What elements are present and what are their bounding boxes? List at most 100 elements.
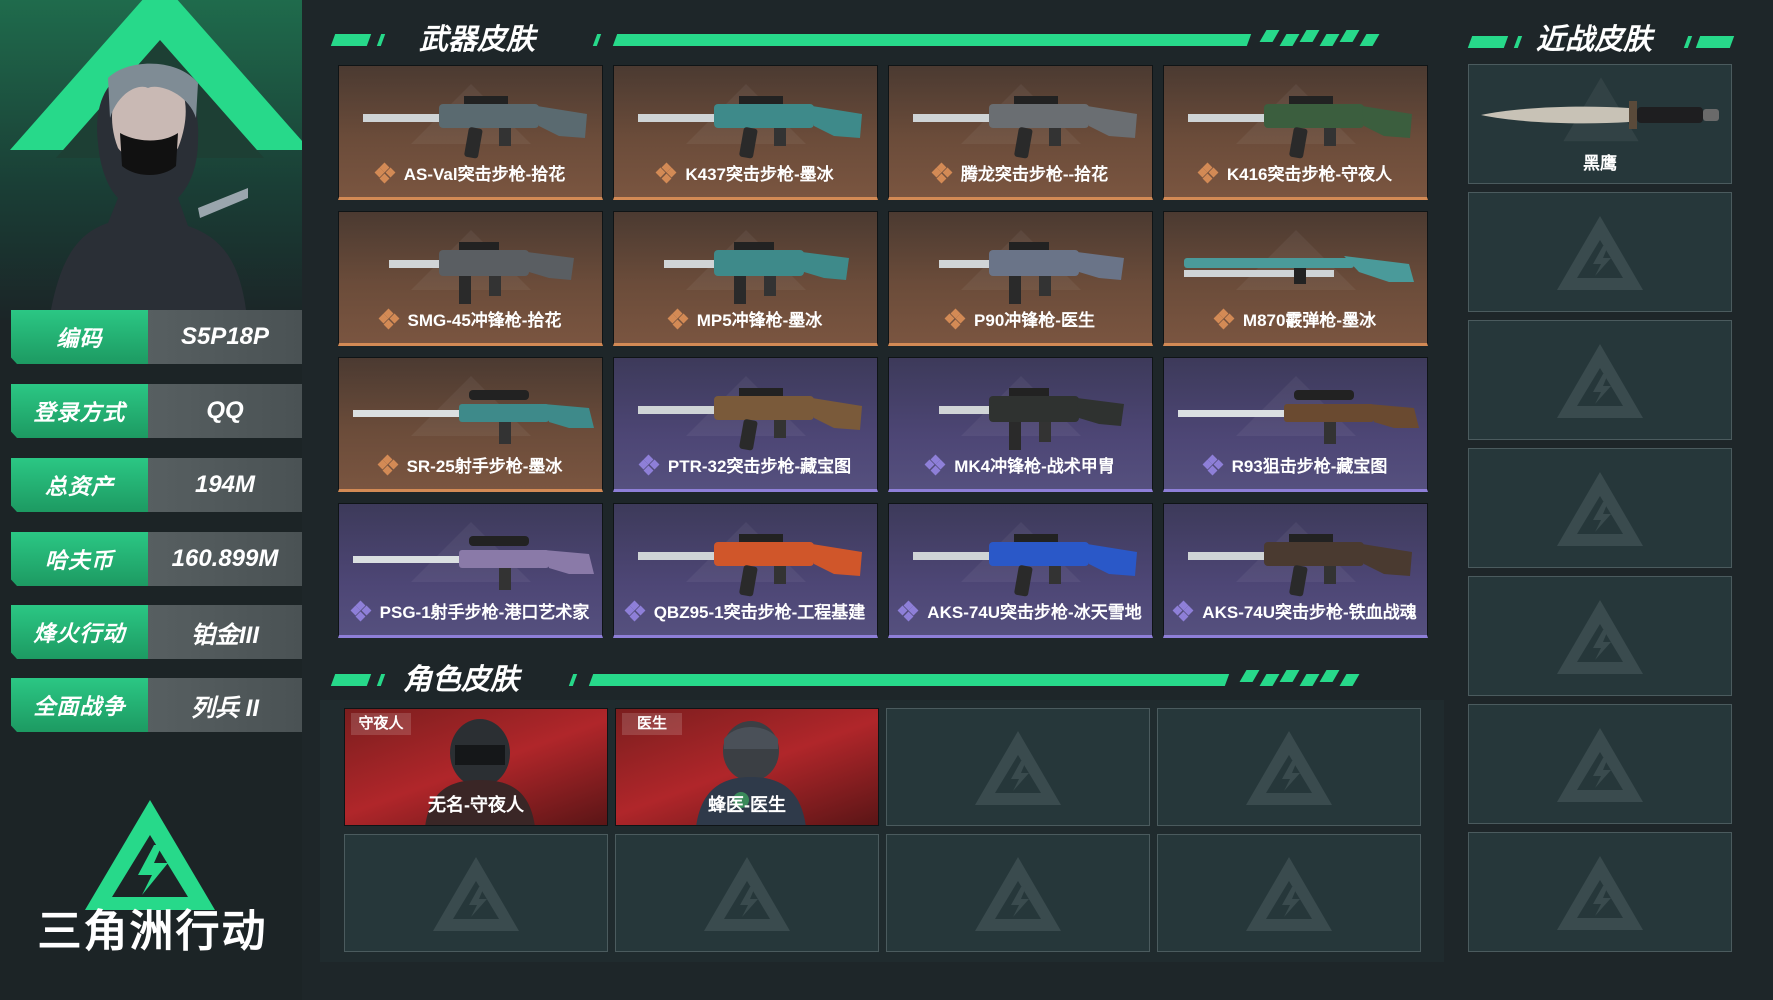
- melee-empty-slot[interactable]: [1468, 704, 1732, 824]
- melee-empty-slot[interactable]: [1468, 576, 1732, 696]
- placeholder-logo-icon: [1557, 216, 1643, 290]
- character-section-title: 角色皮肤: [403, 664, 520, 696]
- weapon-label: SR-25射手步枪-墨冰: [339, 452, 602, 477]
- rarity-diamond-icon: [374, 162, 396, 183]
- weapon-label: K416突击步枪-守夜人: [1164, 160, 1427, 185]
- rifle-icon: [913, 534, 1137, 597]
- character-figure-icon: [49, 63, 248, 320]
- melee-name: 黑鹰: [1583, 154, 1617, 173]
- shotgun-icon: [1184, 256, 1414, 284]
- rarity-diamond-icon: [655, 162, 677, 183]
- melee-card[interactable]: 黑鹰: [1468, 64, 1732, 184]
- weapon-card[interactable]: M870霰弹枪-墨冰: [1163, 211, 1428, 346]
- placeholder-logo-icon: [433, 857, 519, 931]
- placeholder-logo-icon: [975, 731, 1061, 805]
- weapon-label: R93狙击步枪-藏宝图: [1164, 452, 1427, 477]
- character-name: 蜂医-医生: [708, 795, 786, 815]
- character-card[interactable]: 守夜人 无名-守夜人: [344, 708, 608, 826]
- weapon-card[interactable]: P90冲锋枪-医生: [888, 211, 1153, 346]
- character-empty-slot[interactable]: [1157, 708, 1421, 826]
- character-empty-slot[interactable]: [615, 834, 879, 952]
- info-value: 160.899M: [148, 532, 302, 586]
- weapon-name: PSG-1射手步枪-港口艺术家: [379, 603, 590, 622]
- character-empty-slot[interactable]: [886, 834, 1150, 952]
- rifle-icon: [1188, 534, 1412, 597]
- info-row-coins: 哈夫币 160.899M: [11, 532, 302, 586]
- character-empty-slot[interactable]: [344, 834, 608, 952]
- melee-empty-slot[interactable]: [1468, 832, 1732, 952]
- weapon-label: AS-Val突击步枪-拾花: [339, 160, 602, 185]
- info-value: S5P18P: [148, 310, 302, 364]
- character-tag: 守夜人: [351, 713, 411, 735]
- weapon-name: SR-25射手步枪-墨冰: [406, 457, 563, 476]
- rarity-diamond-icon: [378, 308, 399, 329]
- weapon-name: AKS-74U突击步枪-冰天雪地: [927, 603, 1142, 622]
- info-value: 铂金III: [148, 605, 302, 659]
- melee-empty-slot[interactable]: [1468, 192, 1732, 312]
- placeholder-logo-icon: [704, 857, 790, 931]
- weapon-name: P90冲锋枪-医生: [974, 311, 1095, 330]
- weapon-card[interactable]: MP5冲锋枪-墨冰: [613, 211, 878, 346]
- weapon-card[interactable]: SMG-45冲锋枪-拾花: [338, 211, 603, 346]
- weapon-label: PTR-32突击步枪-藏宝图: [614, 452, 877, 477]
- info-row-code: 编码 S5P18P: [11, 310, 302, 364]
- weapon-name: MP5冲锋枪-墨冰: [696, 311, 823, 330]
- rarity-diamond-icon: [667, 308, 689, 329]
- info-value: 194M: [148, 458, 302, 512]
- rarity-diamond-icon: [897, 600, 919, 621]
- weapon-card[interactable]: MK4冲锋枪-战术甲胄: [888, 357, 1153, 492]
- weapon-card[interactable]: QBZ95-1突击步枪-工程基建: [613, 503, 878, 638]
- weapon-card[interactable]: SR-25射手步枪-墨冰: [338, 357, 603, 492]
- rifle-icon: [638, 96, 862, 159]
- weapon-card[interactable]: 腾龙突击步枪--拾花: [888, 65, 1153, 200]
- info-key: 登录方式: [11, 384, 148, 438]
- smg-icon: [389, 242, 574, 304]
- weapon-card[interactable]: R93狙击步枪-藏宝图: [1163, 357, 1428, 492]
- weapon-label: P90冲锋枪-医生: [889, 306, 1152, 331]
- melee-section-header: 近战皮肤: [1467, 14, 1740, 56]
- character-empty-slot[interactable]: [886, 708, 1150, 826]
- weapon-card[interactable]: PSG-1射手步枪-港口艺术家: [338, 503, 603, 638]
- rifle-icon: [913, 96, 1137, 159]
- rarity-diamond-icon: [624, 600, 646, 621]
- character-tag: 医生: [622, 713, 682, 735]
- rarity-diamond-icon: [931, 162, 953, 183]
- rarity-diamond-icon: [638, 454, 660, 475]
- placeholder-logo-icon: [1557, 600, 1643, 674]
- placeholder-logo-icon: [1557, 728, 1643, 802]
- smg-icon: [939, 388, 1124, 450]
- info-key: 编码: [11, 310, 148, 364]
- rarity-diamond-icon: [350, 600, 372, 621]
- weapon-label: AKS-74U突击步枪-铁血战魂: [1164, 598, 1427, 623]
- weapon-section-header: 武器皮肤: [330, 14, 1423, 56]
- melee-empty-slot[interactable]: [1468, 320, 1732, 440]
- rarity-diamond-icon: [1202, 454, 1224, 475]
- placeholder-logo-icon: [1557, 472, 1643, 546]
- rarity-diamond-icon: [1197, 162, 1219, 183]
- character-portrait: [0, 0, 302, 320]
- info-row-rank-war: 全面战争 列兵 II: [11, 678, 302, 732]
- weapon-name: M870霰弹枪-墨冰: [1242, 311, 1377, 330]
- weapon-card[interactable]: PTR-32突击步枪-藏宝图: [613, 357, 878, 492]
- weapon-card[interactable]: K416突击步枪-守夜人: [1163, 65, 1428, 200]
- weapon-card[interactable]: AKS-74U突击步枪-冰天雪地: [888, 503, 1153, 638]
- rarity-diamond-icon: [924, 454, 946, 475]
- weapon-card[interactable]: AKS-74U突击步枪-铁血战魂: [1163, 503, 1428, 638]
- rifle-icon: [1188, 96, 1412, 159]
- character-section-header: 角色皮肤: [330, 654, 1423, 696]
- weapon-label: 腾龙突击步枪--拾花: [889, 160, 1152, 185]
- rifle-icon: [638, 534, 862, 597]
- character-empty-slot[interactable]: [1157, 834, 1421, 952]
- weapon-card[interactable]: K437突击步枪-墨冰: [613, 65, 878, 200]
- character-card[interactable]: 医生 蜂医-医生: [615, 708, 879, 826]
- weapon-name: K416突击步枪-守夜人: [1226, 165, 1393, 184]
- weapon-name: SMG-45冲锋枪-拾花: [407, 311, 562, 330]
- smg-icon: [939, 242, 1124, 304]
- melee-empty-slot[interactable]: [1468, 448, 1732, 568]
- info-row-rank-ops: 烽火行动 铂金III: [11, 605, 302, 659]
- rarity-diamond-icon: [377, 454, 399, 475]
- smg-icon: [664, 242, 849, 304]
- weapon-card[interactable]: AS-Val突击步枪-拾花: [338, 65, 603, 200]
- placeholder-logo-icon: [1557, 856, 1643, 930]
- sniper-icon: [1178, 390, 1419, 444]
